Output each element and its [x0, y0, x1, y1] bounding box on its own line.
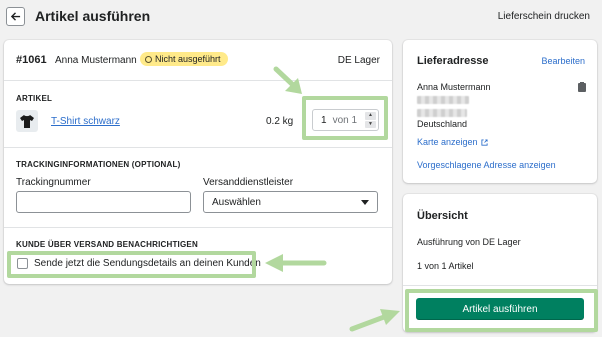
arrow-icon	[349, 309, 400, 332]
tutorial-arrows	[265, 66, 400, 332]
arrow-icon	[265, 254, 327, 272]
arrow-icon	[273, 66, 302, 94]
